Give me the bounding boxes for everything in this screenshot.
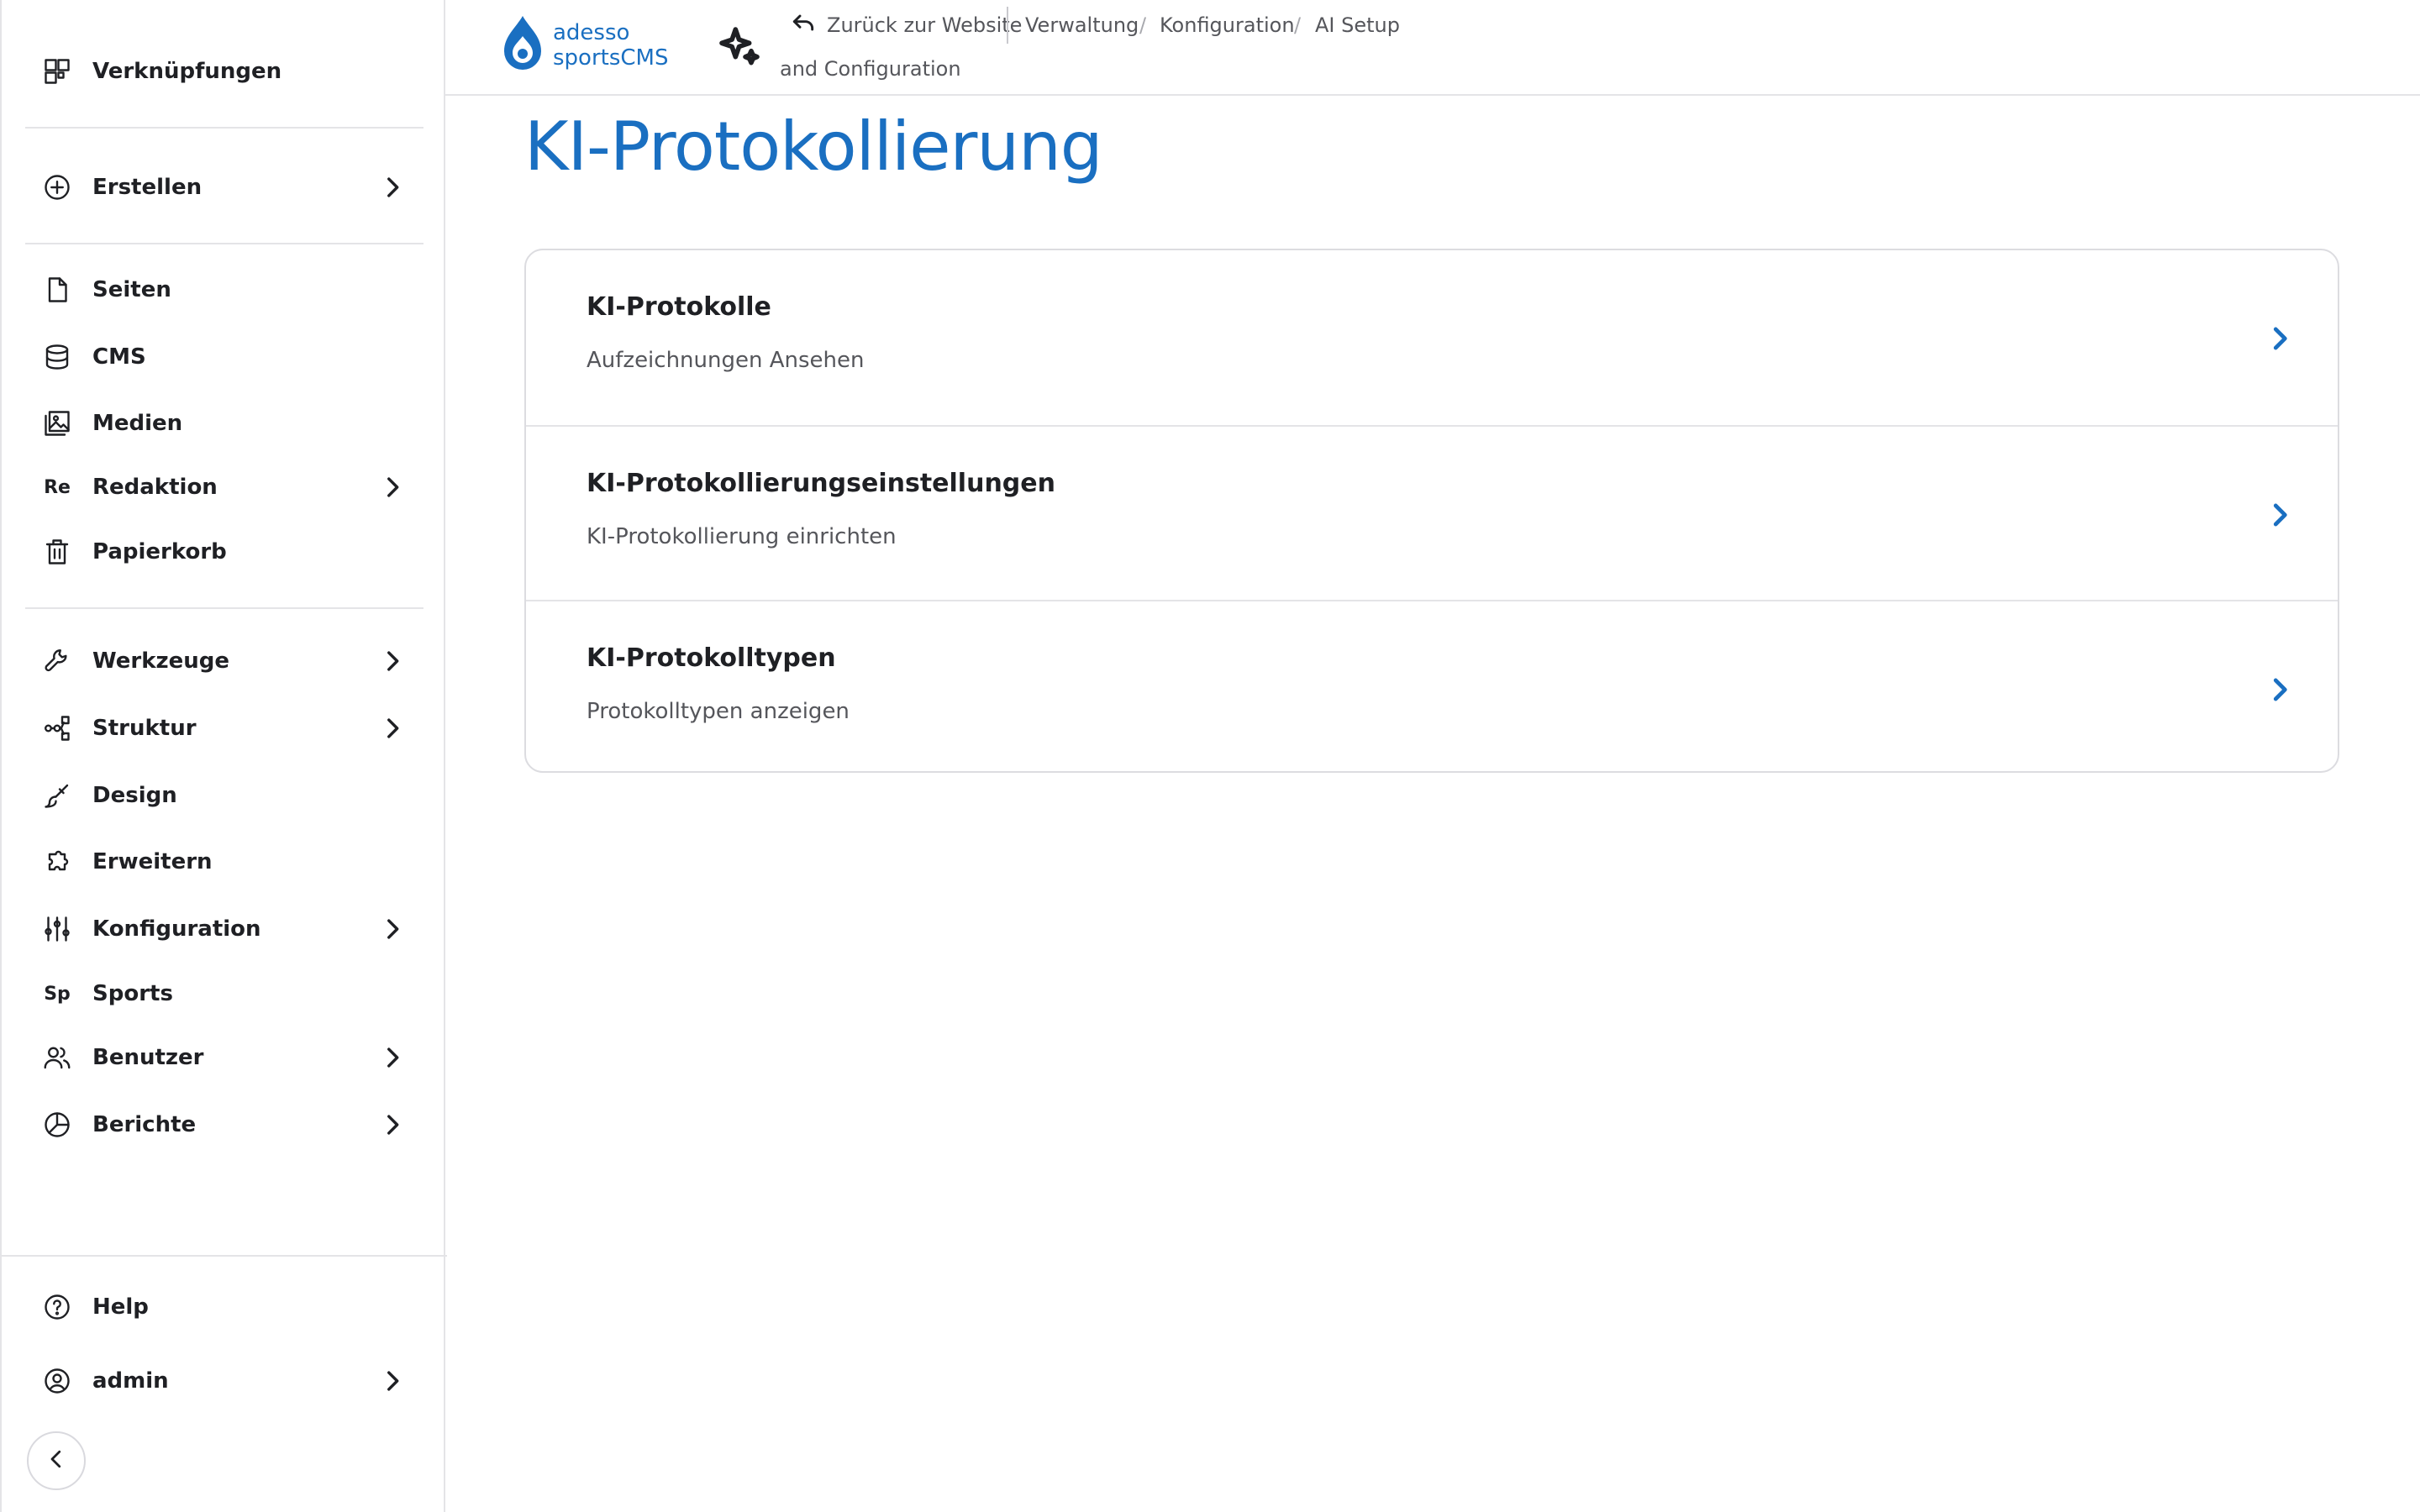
list-item-description: Aufzeichnungen Ansehen [587, 348, 865, 373]
breadcrumb-item[interactable]: AI Setup [1315, 8, 1400, 42]
list-item-title: KI-Protokolle [587, 292, 771, 322]
list-item-description: KI-Protokollierung einrichten [587, 524, 897, 549]
list-item-description: Protokolltypen anzeigen [587, 699, 850, 724]
list-item-ki-protokolltypen[interactable]: KI-Protokolltypen Protokolltypen anzeige… [526, 600, 2338, 771]
sidebar-item-label: Help [92, 1294, 149, 1320]
sidebar-item-label: Design [92, 783, 177, 808]
sidebar-item-create[interactable]: Erstellen [25, 158, 424, 217]
shortcuts-icon [32, 42, 82, 101]
sidebar-divider [25, 127, 424, 129]
sidebar-item-help[interactable]: Help [25, 1278, 424, 1336]
list-item-ki-protokollierungseinstellungen[interactable]: KI-Protokollierungseinstellungen KI-Prot… [526, 425, 2338, 600]
sidebar-item-cms[interactable]: CMS [25, 328, 424, 386]
sidebar-divider [2, 1255, 447, 1257]
sidebar-item-sports[interactable]: Sp Sports [25, 964, 424, 1023]
wrench-icon [32, 632, 82, 690]
sidebar-item-shortcuts[interactable]: Verknüpfungen [25, 42, 424, 101]
sidebar-item-medien[interactable]: Medien [25, 394, 424, 453]
logo-text: adesso sportsCMS [553, 20, 669, 71]
sidebar-item-label: Redaktion [92, 475, 218, 500]
chevron-right-icon [2264, 499, 2296, 531]
sidebar-item-papierkorb[interactable]: Papierkorb [25, 522, 424, 581]
sidebar-item-label: Konfiguration [92, 916, 261, 942]
breadcrumb: Zurück zur Website Verwaltung / Konfigur… [780, 0, 1536, 96]
structure-icon [32, 699, 82, 758]
sidebar-item-design[interactable]: Design [25, 766, 424, 825]
sidebar-item-label: Struktur [92, 716, 197, 741]
sidebar-item-label: Benutzer [92, 1045, 204, 1070]
breadcrumb-separator: / [1139, 13, 1147, 37]
breadcrumb-item[interactable]: Verwaltung [1025, 8, 1139, 42]
database-icon [32, 328, 82, 386]
chart-pie-icon [32, 1095, 82, 1154]
chevron-right-icon [378, 1367, 407, 1395]
chevron-right-icon [378, 1043, 407, 1072]
sidebar-divider [25, 243, 424, 244]
chevron-right-icon [378, 173, 407, 202]
redaktion-abbr: Re [44, 476, 71, 498]
sidebar-item-label: Medien [92, 411, 183, 436]
breadcrumb-separator: / [1294, 13, 1302, 37]
add-circle-icon [32, 158, 82, 217]
users-icon [32, 1028, 82, 1087]
chevron-right-icon [2264, 323, 2296, 354]
chevron-right-icon [378, 1110, 407, 1139]
undo-arrow-icon [790, 9, 817, 41]
sidebar-item-benutzer[interactable]: Benutzer [25, 1028, 424, 1087]
chevron-right-icon [378, 915, 407, 943]
sidebar-item-user[interactable]: admin [25, 1352, 424, 1410]
admin-list: KI-Protokolle Aufzeichnungen Ansehen KI-… [524, 249, 2339, 773]
sidebar-item-label: Werkzeuge [92, 648, 230, 674]
sidebar-item-berichte[interactable]: Berichte [25, 1095, 424, 1154]
sliders-icon [32, 900, 82, 958]
sidebar-item-konfiguration[interactable]: Konfiguration [25, 900, 424, 958]
collapse-sidebar-button[interactable] [27, 1431, 86, 1490]
chevron-right-icon [378, 647, 407, 675]
sidebar-item-redaktion[interactable]: Re Redaktion [25, 458, 424, 517]
sidebar-item-label: admin [92, 1368, 169, 1394]
logo-drop-icon [497, 13, 548, 78]
breadcrumb-item-continued[interactable]: and Configuration [780, 52, 961, 86]
sidebar-item-label: Verknüpfungen [92, 59, 282, 84]
sports-abbr: Sp [44, 983, 71, 1005]
sidebar-item-label: Papierkorb [92, 539, 227, 564]
page-icon [32, 260, 82, 319]
sidebar-item-label: CMS [92, 344, 146, 370]
back-to-website-link[interactable]: Zurück zur Website [780, 8, 1022, 42]
list-item-ki-protokolle[interactable]: KI-Protokolle Aufzeichnungen Ansehen [526, 250, 2338, 425]
logo[interactable]: adesso sportsCMS [497, 13, 682, 77]
page-title: KI-Protokollierung [524, 108, 1103, 186]
sidebar-item-seiten[interactable]: Seiten [25, 260, 424, 319]
chevron-right-icon [378, 714, 407, 743]
sidebar-item-label: Erstellen [92, 175, 203, 200]
brush-icon [32, 766, 82, 825]
top-bar: adesso sportsCMS Zurück zur Website Verw… [445, 0, 2420, 96]
sidebar: Verknüpfungen Erstellen Seiten CMS Medie… [0, 0, 447, 1512]
sparkle-icon [716, 27, 763, 74]
chevron-left-icon [44, 1446, 69, 1475]
list-item-title: KI-Protokollierungseinstellungen [587, 469, 1055, 498]
trash-icon [32, 522, 82, 581]
media-icon [32, 394, 82, 453]
sidebar-divider [25, 607, 424, 609]
sidebar-item-werkzeuge[interactable]: Werkzeuge [25, 632, 424, 690]
sidebar-item-label: Berichte [92, 1112, 197, 1137]
puzzle-icon [32, 832, 82, 891]
sidebar-item-label: Erweitern [92, 849, 213, 874]
chevron-right-icon [2264, 674, 2296, 706]
chevron-right-icon [378, 473, 407, 501]
sidebar-item-label: Sports [92, 981, 173, 1006]
help-icon [32, 1278, 82, 1336]
breadcrumb-item[interactable]: Konfiguration [1160, 8, 1295, 42]
list-item-title: KI-Protokolltypen [587, 643, 836, 673]
sidebar-item-label: Seiten [92, 277, 171, 302]
ai-assistant-button[interactable] [716, 24, 763, 71]
breadcrumb-separator-line [1007, 7, 1008, 44]
sidebar-item-erweitern[interactable]: Erweitern [25, 832, 424, 891]
user-circle-icon [32, 1352, 82, 1410]
sidebar-item-struktur[interactable]: Struktur [25, 699, 424, 758]
